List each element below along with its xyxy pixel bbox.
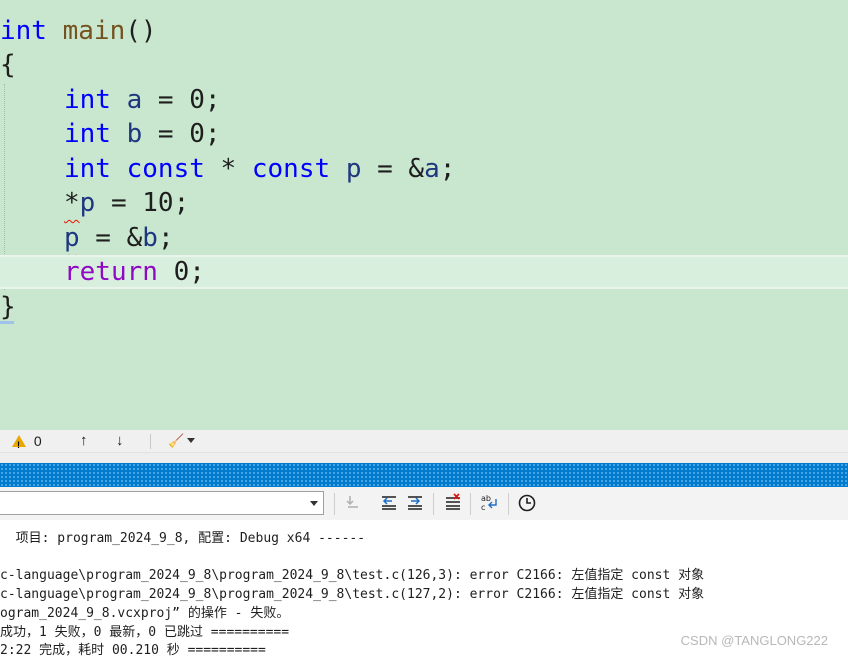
code-line-5[interactable]: int const * const p = &a; xyxy=(64,152,848,186)
punct-token: } xyxy=(0,292,16,322)
divider xyxy=(150,434,151,449)
keyword-token: int xyxy=(0,16,47,46)
clear-all-button[interactable] xyxy=(442,493,464,515)
arrow-down-icon: ↓ xyxy=(116,432,124,449)
punct-token: = 10; xyxy=(95,188,190,218)
next-issue-button[interactable]: ↓ xyxy=(116,432,124,450)
output-line: 成功，1 失败，0 最新，0 已跳过 ========== xyxy=(0,625,290,640)
warning-count: 0 xyxy=(33,433,42,449)
clear-all-icon xyxy=(446,493,460,510)
code-cleanup-button[interactable]: 🧹 xyxy=(168,432,196,450)
svg-text:ab: ab xyxy=(481,494,491,503)
variable-token: p xyxy=(345,154,362,184)
code-line-6[interactable]: *p = 10; xyxy=(64,186,848,220)
variable-token: b xyxy=(142,223,158,253)
function-name-token: main xyxy=(62,16,126,46)
go-to-next-message-icon xyxy=(408,496,422,510)
toggle-word-wrap-button[interactable]: ab c xyxy=(478,493,500,515)
toggle-timestamp-button[interactable] xyxy=(516,493,538,515)
variable-token: a xyxy=(424,154,440,184)
code-line-9[interactable]: } xyxy=(0,290,848,324)
output-line: 项目: program_2024_9_8, 配置: Debug x64 ----… xyxy=(0,531,366,546)
svg-text:c: c xyxy=(481,503,485,512)
keyword-token: const xyxy=(251,154,331,184)
chevron-down-icon xyxy=(310,501,318,506)
punct-token: = & xyxy=(79,223,143,253)
variable-token: b xyxy=(126,119,143,149)
keyword-token: return xyxy=(64,257,158,287)
warning-icon xyxy=(12,435,26,454)
keyword-token: int xyxy=(64,119,111,149)
code-line-7[interactable]: p = &b; xyxy=(64,221,848,255)
punct-token: = & xyxy=(361,154,425,184)
word-wrap-icon: abc xyxy=(481,494,497,512)
previous-message-button[interactable] xyxy=(378,493,400,515)
previous-issue-button[interactable]: ↑ xyxy=(80,432,88,450)
output-pane[interactable]: 项目: program_2024_9_8, 配置: Debug x64 ----… xyxy=(0,520,848,656)
punct-token: ; xyxy=(439,154,456,184)
divider xyxy=(433,493,434,515)
clock-icon xyxy=(518,494,536,512)
brace-match-marker xyxy=(0,321,14,324)
output-error-line[interactable]: c-language\program_2024_9_8\program_2024… xyxy=(0,567,704,585)
pane-splitter[interactable] xyxy=(0,453,848,463)
next-message-button[interactable] xyxy=(404,493,426,515)
punct-token: { xyxy=(0,50,16,80)
watermark-text: CSDN @TANGLONG222 xyxy=(680,633,828,648)
code-line-1[interactable]: int main() xyxy=(0,14,848,48)
error-squiggle-token[interactable]: * xyxy=(64,188,80,218)
divider xyxy=(470,493,471,515)
keyword-token: int xyxy=(64,85,111,115)
output-pane-title-bar[interactable] xyxy=(0,463,848,487)
output-toolbar: ab c xyxy=(0,487,848,520)
warnings-indicator[interactable]: 0 xyxy=(12,432,42,454)
keyword-token: int xyxy=(64,154,111,184)
code-line-3[interactable]: int a = 0; xyxy=(64,83,848,117)
divider xyxy=(334,493,335,515)
punct-token: = 0; xyxy=(142,85,221,115)
output-error-line[interactable]: c-language\program_2024_9_8\program_2024… xyxy=(0,586,704,604)
go-to-previous-message-icon xyxy=(382,496,396,510)
divider xyxy=(508,493,509,515)
keyword-token: const xyxy=(126,154,205,184)
find-message-button[interactable] xyxy=(342,493,364,515)
punct-token: ; xyxy=(157,223,174,253)
error-squiggle-token[interactable]: p xyxy=(64,223,80,253)
chevron-down-icon xyxy=(187,438,196,443)
brush-icon: 🧹 xyxy=(168,433,185,448)
variable-token: p xyxy=(79,188,96,218)
find-in-output-icon xyxy=(346,496,358,508)
variable-token: a xyxy=(126,85,143,115)
punct-token: () xyxy=(125,16,157,46)
output-line: ogram_2024_9_8.vcxproj” 的操作 - 失败。 xyxy=(0,606,290,621)
output-line: 2:22 完成，耗时 00.210 秒 ========== xyxy=(0,643,266,656)
code-line-8-current[interactable]: return 0; xyxy=(0,255,848,289)
editor-status-bar: 0 ↑ ↓ 🧹 xyxy=(0,430,848,454)
code-line-4[interactable]: int b = 0; xyxy=(64,117,848,151)
code-line-2[interactable]: { xyxy=(0,48,848,82)
punct-token: * xyxy=(204,154,252,184)
code-editor[interactable]: int main() { int a = 0; int b = 0; int c… xyxy=(0,0,848,430)
output-source-select[interactable] xyxy=(0,491,324,515)
punct-token: = 0; xyxy=(142,119,221,149)
arrow-up-icon: ↑ xyxy=(80,432,88,449)
punct-token: 0; xyxy=(157,257,205,287)
